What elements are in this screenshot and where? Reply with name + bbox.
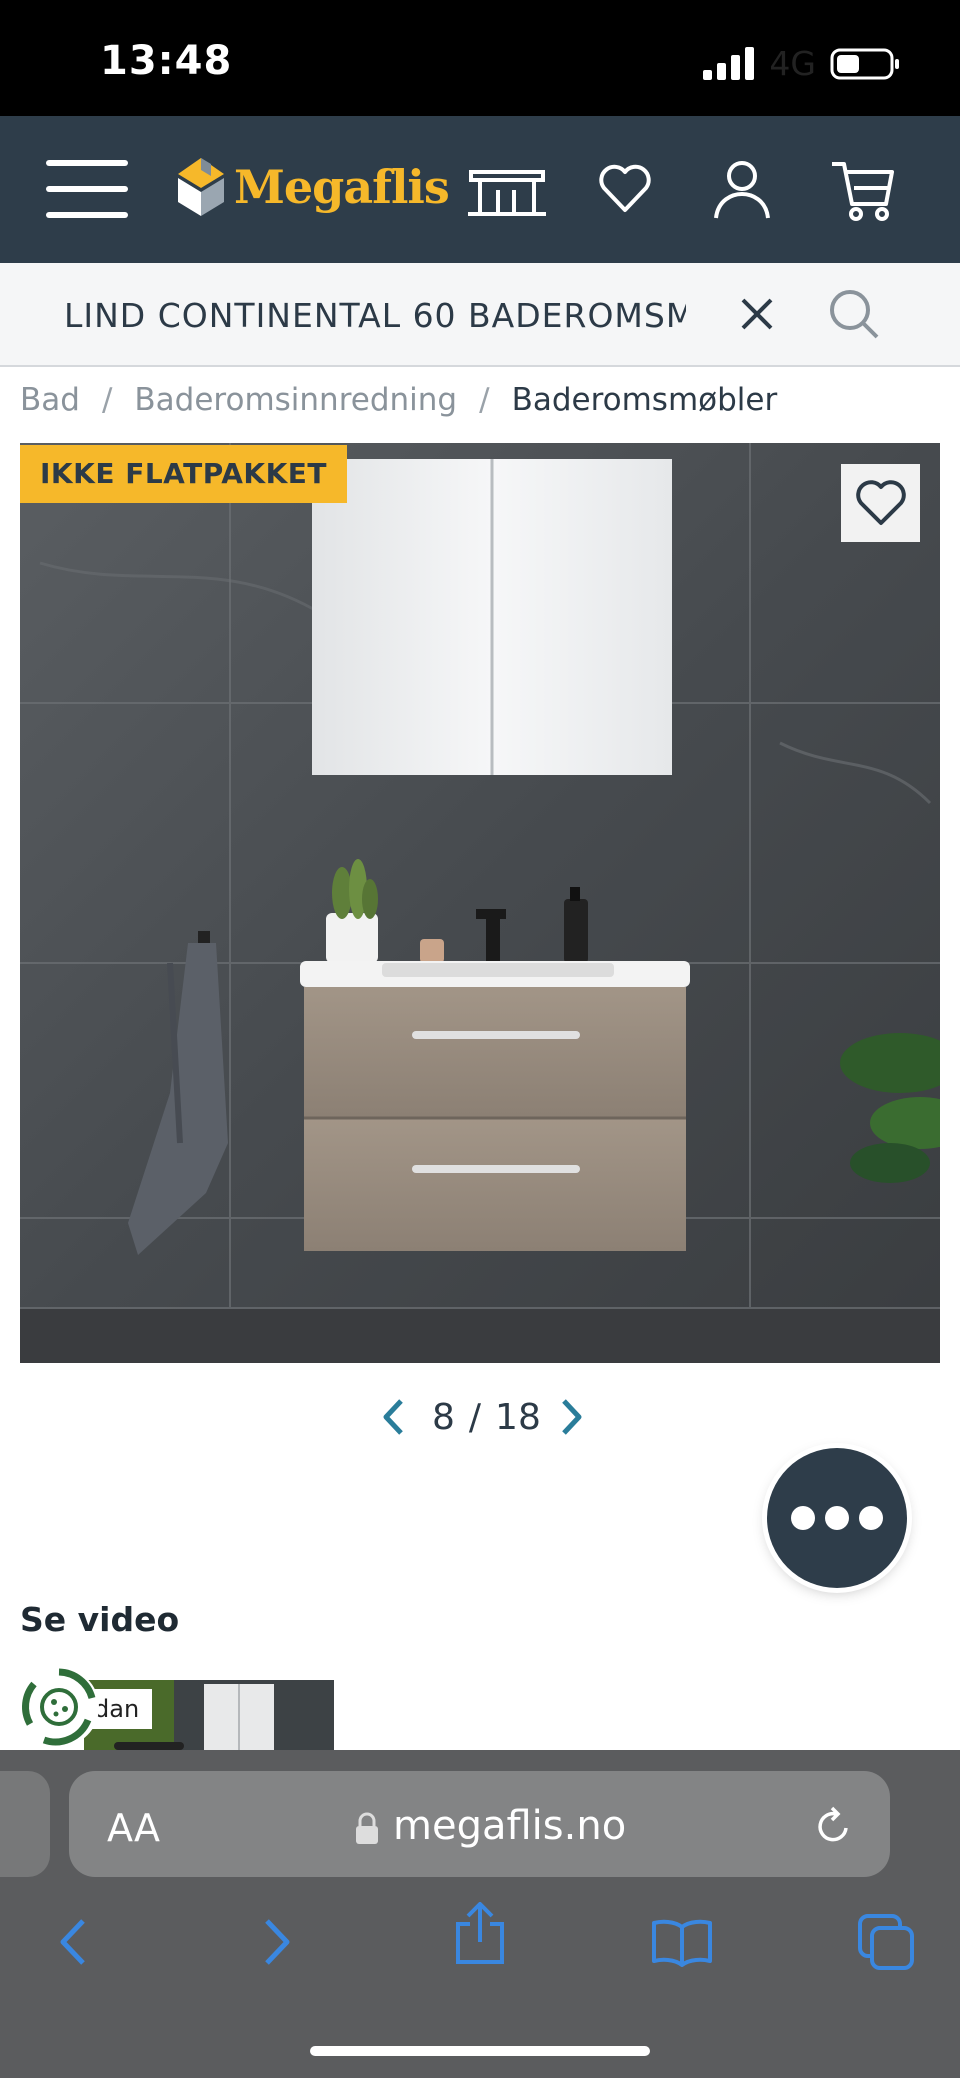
logo-text[interactable]: Megaflis — [234, 160, 450, 214]
product-badge: IKKE FLATPAKKET — [20, 445, 347, 503]
gallery-total: 18 — [495, 1396, 541, 1438]
lock-icon — [354, 1812, 380, 1846]
back-icon[interactable] — [42, 1912, 102, 1972]
dot-icon — [791, 1506, 815, 1530]
account-user-icon[interactable] — [712, 160, 772, 220]
wishlist-heart-icon[interactable] — [596, 160, 654, 218]
breadcrumb-separator: / — [101, 382, 113, 418]
url-text[interactable]: megaflis.no — [393, 1803, 626, 1849]
shopping-cart-icon[interactable] — [830, 158, 896, 224]
search-input[interactable]: LIND CONTINENTAL 60 BADEROMSMØBEL — [64, 296, 686, 335]
more-options-button[interactable] — [767, 1448, 907, 1588]
share-icon[interactable] — [450, 1902, 510, 1964]
favorite-button[interactable] — [841, 464, 920, 542]
video-section-heading: Se video — [20, 1600, 180, 1639]
cookie-settings-icon[interactable] — [16, 1664, 102, 1750]
battery-icon — [830, 48, 899, 79]
previous-tab-preview[interactable] — [0, 1771, 50, 1877]
heart-icon — [855, 480, 906, 525]
logo-mark-icon[interactable] — [176, 156, 226, 218]
gallery-separator: / — [468, 1396, 482, 1438]
reader-settings-button[interactable]: AA — [107, 1806, 160, 1850]
chevron-right-icon[interactable] — [555, 1395, 589, 1439]
reload-icon[interactable] — [814, 1806, 854, 1846]
store-icon[interactable] — [468, 168, 546, 218]
gallery-current: 8 — [432, 1396, 455, 1438]
status-time: 13:48 — [100, 38, 233, 84]
dot-icon — [825, 1506, 849, 1530]
search-icon[interactable] — [828, 288, 880, 340]
hamburger-menu-icon[interactable] — [46, 158, 130, 222]
home-indicator — [310, 2046, 650, 2056]
breadcrumb-item-baderomsinnredning[interactable]: Baderomsinnredning — [134, 382, 457, 418]
status-indicators: 4G — [703, 44, 900, 83]
carrier-label: 4G — [769, 44, 816, 83]
signal-icon — [703, 46, 755, 80]
breadcrumb: Bad / Baderomsinnredning / Baderomsmøble… — [20, 382, 777, 418]
breadcrumb-item-current: Baderomsmøbler — [511, 382, 778, 418]
bookmarks-icon[interactable] — [652, 1912, 712, 1972]
chevron-left-icon[interactable] — [376, 1395, 410, 1439]
breadcrumb-separator: / — [479, 382, 490, 418]
tabs-icon[interactable] — [856, 1912, 916, 1972]
dot-icon — [859, 1506, 883, 1530]
product-image[interactable] — [20, 443, 940, 1363]
forward-icon[interactable] — [248, 1912, 308, 1972]
gallery-pager: 8 / 18 — [376, 1395, 589, 1439]
clear-search-icon[interactable] — [740, 297, 774, 331]
breadcrumb-item-bad[interactable]: Bad — [20, 382, 80, 418]
